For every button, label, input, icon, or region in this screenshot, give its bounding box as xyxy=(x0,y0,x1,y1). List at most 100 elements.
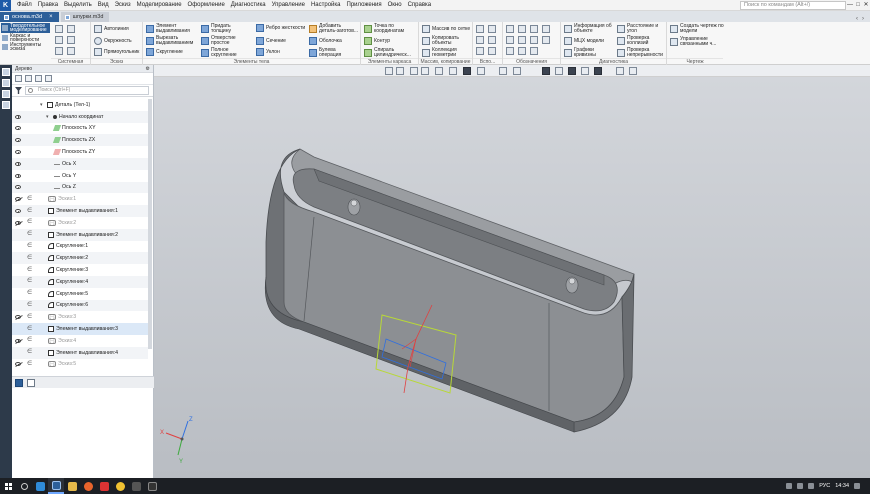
object-info-button[interactable]: Информация об объекте xyxy=(564,24,614,34)
taskbar-chrome[interactable] xyxy=(112,478,128,494)
tree-row[interactable]: ∈ Скругление:4 xyxy=(12,276,148,288)
menu-item-7[interactable]: Диагностика xyxy=(228,0,269,11)
sort-icon[interactable] xyxy=(35,75,42,82)
tree-row[interactable]: Ось Z xyxy=(12,181,148,194)
structure-icon[interactable] xyxy=(25,75,32,82)
tree-item[interactable]: Ось X xyxy=(54,161,76,167)
tree-row[interactable]: ∈ Скругление:6 xyxy=(12,299,148,312)
visibility-toggle[interactable] xyxy=(14,313,22,321)
section-view-icon[interactable] xyxy=(513,67,521,75)
menu-item-8[interactable]: Управление xyxy=(269,0,308,11)
tree-row[interactable]: ∈ Скругление:5 xyxy=(12,288,148,300)
visibility-toggle[interactable] xyxy=(14,136,22,144)
relation-icon[interactable]: ∈ xyxy=(27,267,33,274)
tree-row[interactable]: ∈ Элемент выдавливания:3 xyxy=(12,323,148,335)
tree-row[interactable]: ∈ (~) Эскиз:5 xyxy=(12,359,148,371)
visibility-toggle[interactable] xyxy=(14,207,22,215)
tree-item[interactable]: Плоскость ZY xyxy=(52,149,95,156)
filter-funnel-icon[interactable] xyxy=(15,87,22,94)
tree-row[interactable]: Плоскость ZY xyxy=(12,146,148,158)
tree-item[interactable]: Скругление:2 xyxy=(48,255,88,262)
radius-dim-icon[interactable] xyxy=(530,25,538,33)
rectangle-button[interactable]: Прямоугольник xyxy=(94,48,139,56)
save-icon[interactable] xyxy=(55,36,63,44)
relation-icon[interactable]: ∈ xyxy=(27,302,33,309)
undo-icon[interactable] xyxy=(55,47,63,55)
point-by-coords-button[interactable]: Точка по координатам xyxy=(364,24,418,34)
table-icon[interactable] xyxy=(518,47,526,55)
relation-icon[interactable]: ∈ xyxy=(27,243,33,250)
collision-check-button[interactable]: Проверка коллизий xyxy=(617,36,667,46)
relation-icon[interactable]: ∈ xyxy=(27,255,33,262)
distance-angle-button[interactable]: Расстояние и угол xyxy=(617,24,667,34)
draft-button[interactable]: Уклон xyxy=(256,48,280,56)
tree-row[interactable]: ▾ Начало координат xyxy=(12,110,148,123)
tree-item[interactable]: (~) Эскиз:1 xyxy=(48,196,76,203)
contour-button[interactable]: Контур xyxy=(364,37,390,45)
taskbar-vscode[interactable] xyxy=(32,478,48,494)
menu-item-5[interactable]: Моделирование xyxy=(134,0,185,11)
clock[interactable]: 14:34 xyxy=(835,483,849,489)
relation-icon[interactable]: ∈ xyxy=(27,278,33,285)
visibility-toggle[interactable] xyxy=(14,360,22,368)
tree-row[interactable]: ∈ Элемент выдавливания:2 xyxy=(12,228,148,241)
copy-objects-button[interactable]: Копировать объекты xyxy=(422,36,472,46)
tab-osnova[interactable]: основа.m3d × xyxy=(0,12,59,22)
notifications-icon[interactable] xyxy=(854,483,860,489)
fillet-button[interactable]: Скругление xyxy=(146,48,183,56)
tree-item[interactable]: (~) Эскиз:5 xyxy=(48,361,76,368)
tree-item[interactable]: Скругление:4 xyxy=(48,278,88,285)
language-indicator[interactable]: РУС xyxy=(819,483,830,489)
tree-row[interactable]: ∈ Скругление:1 xyxy=(12,241,148,253)
relation-icon[interactable]: ∈ xyxy=(27,326,33,333)
menu-item-1[interactable]: Правка xyxy=(35,0,61,11)
start-button[interactable] xyxy=(0,478,16,494)
relation-icon[interactable]: ∈ xyxy=(27,196,33,203)
aux-point-icon[interactable] xyxy=(476,36,484,44)
filter-icon[interactable] xyxy=(594,67,602,75)
tree-item[interactable]: ▾ Деталь (Тел-1) xyxy=(40,101,90,108)
relation-icon[interactable]: ∈ xyxy=(27,290,33,297)
diameter-dim-icon[interactable] xyxy=(542,25,550,33)
tree-row[interactable]: Ось X xyxy=(12,158,148,170)
gear-icon[interactable]: ⚙ xyxy=(146,65,150,73)
chevron-down-icon[interactable]: ▾ xyxy=(46,114,51,120)
cut-extrude-button[interactable]: Вырезать выдавливанием xyxy=(146,36,196,46)
tree-row[interactable]: ∈ Скругление:2 xyxy=(12,252,148,265)
list-tab-icon[interactable] xyxy=(27,378,35,387)
tree-item[interactable]: Скругление:3 xyxy=(48,267,88,274)
open-file-icon[interactable] xyxy=(67,25,75,33)
tree-row[interactable]: Плоскость ZX xyxy=(12,134,148,147)
visibility-toggle[interactable] xyxy=(14,337,22,345)
maximize-button[interactable]: □ xyxy=(854,0,862,11)
close-icon[interactable]: × xyxy=(49,14,53,20)
tree-item[interactable]: Ось Z xyxy=(54,184,76,190)
visibility-toggle[interactable] xyxy=(14,113,22,121)
taskbar-explorer[interactable] xyxy=(64,478,80,494)
menu-panel-icon[interactable] xyxy=(2,101,10,109)
close-button[interactable]: ✕ xyxy=(862,0,870,11)
tree-row[interactable]: ∈ Скругление:3 xyxy=(12,264,148,276)
tree-item[interactable]: Элемент выдавливания:2 xyxy=(48,231,118,238)
add-blank-button[interactable]: Добавить деталь-заготов... xyxy=(309,24,359,34)
pan-icon[interactable] xyxy=(421,67,429,75)
tree-row[interactable]: ▾ Деталь (Тел-1) xyxy=(12,99,148,111)
tree-row[interactable]: ∈ Элемент выдавливания:1 xyxy=(12,205,148,217)
volume-icon[interactable] xyxy=(797,483,804,489)
aux-plane-icon[interactable] xyxy=(476,25,484,33)
lcs-icon[interactable] xyxy=(488,36,496,44)
mark-icon[interactable] xyxy=(530,47,538,55)
tree-row[interactable]: ∈ (~) Эскиз:2 xyxy=(12,217,148,229)
network-icon[interactable] xyxy=(786,483,793,489)
aux-line-icon[interactable] xyxy=(476,47,484,55)
command-search-input[interactable]: Поиск по командам (Alt+/) xyxy=(740,1,846,10)
circle-button[interactable]: Окружность xyxy=(94,37,132,45)
redo-icon[interactable] xyxy=(67,47,75,55)
extrude-button[interactable]: Элемент выдавливания xyxy=(146,24,196,34)
menu-item-10[interactable]: Приложения xyxy=(344,0,385,11)
app-logo-icon[interactable]: K xyxy=(0,0,11,11)
tree-view-icon[interactable] xyxy=(15,75,22,82)
shell-button[interactable]: Оболочка xyxy=(309,37,342,45)
tree-row[interactable]: ∈ Элемент выдавливания:4 xyxy=(12,346,148,359)
menu-item-4[interactable]: Эскиз xyxy=(112,0,134,11)
